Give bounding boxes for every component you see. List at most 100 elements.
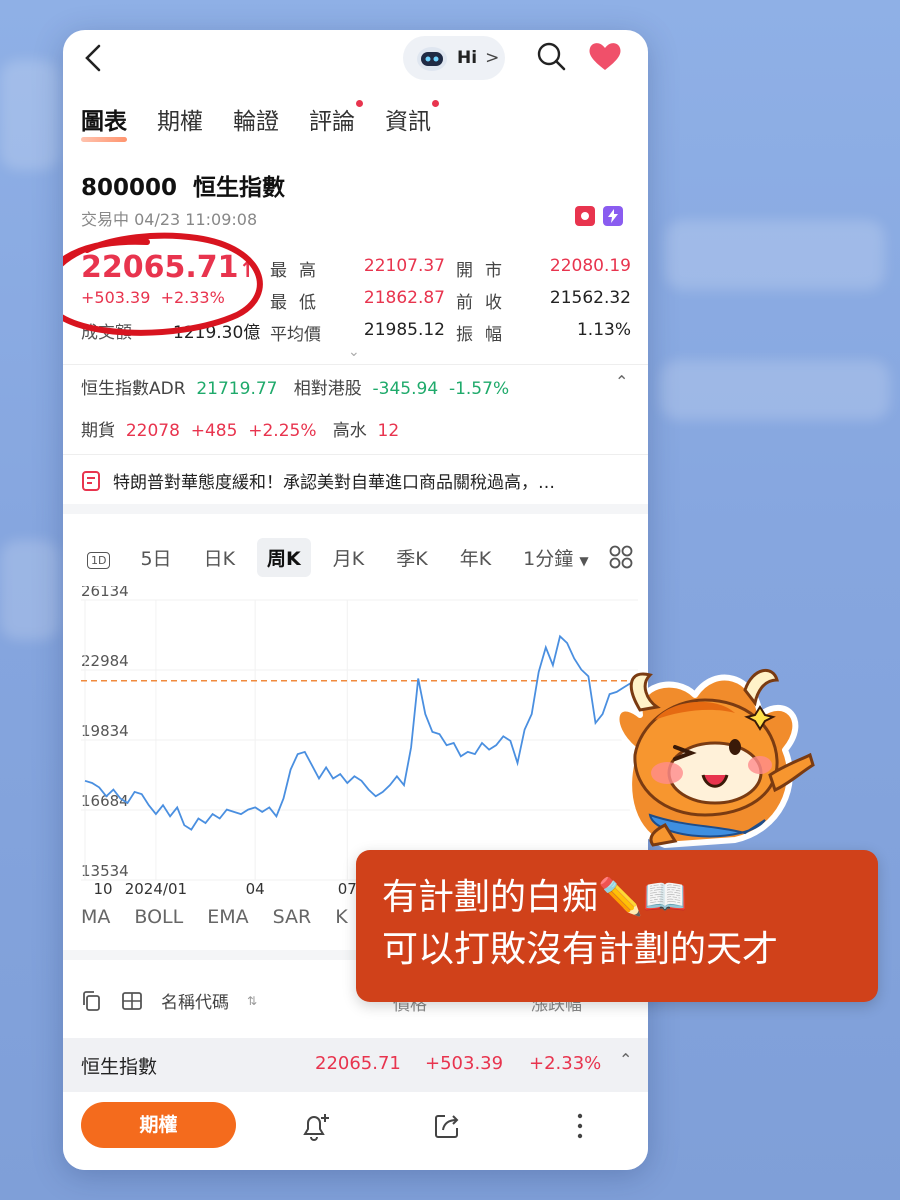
tab-bar: 圖表 期權 輪證 評論 資訊 — [81, 100, 439, 142]
background-shape — [0, 60, 60, 170]
chart-period-tabs: 1D 5日 日K 周K 月K 季K 年K 1分鐘 ▼ — [81, 538, 611, 577]
stat-label-open: 開市 — [456, 261, 514, 281]
index-name: 恒生指數 — [81, 1056, 158, 1078]
more-vertical-icon — [577, 1113, 583, 1139]
stat-value-prev-close: 21562.32 — [549, 288, 631, 308]
adr-row: 恒生指數ADR 21719.77 相對港股 -345.94 -1.57% — [81, 379, 510, 399]
search-icon — [537, 42, 566, 71]
quote-line-2: 可以打敗沒有計劃的天才 — [382, 929, 779, 970]
bull-mascot-sticker — [613, 669, 815, 848]
divider — [63, 454, 648, 455]
back-button[interactable] — [77, 40, 113, 76]
indicator-boll[interactable]: BOLL — [134, 906, 183, 928]
grid-icon — [609, 545, 633, 569]
quote-line-1: 有計劃的白痴✏️📖 — [382, 877, 688, 918]
notification-dot — [432, 100, 439, 107]
stat-label-avg: 平均價 — [270, 325, 321, 345]
stat-label-prev-close: 前收 — [456, 293, 514, 313]
tab-warrants[interactable]: 輪證 — [233, 102, 279, 136]
copy-icon[interactable] — [81, 990, 103, 1012]
price-series-line — [84, 634, 639, 831]
indicator-sar[interactable]: SAR — [273, 906, 312, 928]
period-week[interactable]: 周K — [257, 538, 311, 577]
name-code-header[interactable]: 名稱代碼 — [161, 988, 229, 1013]
stat-value-high: 22107.37 — [363, 256, 445, 276]
indicator-ema[interactable]: EMA — [207, 906, 248, 928]
indicator-ma[interactable]: MA — [81, 906, 110, 928]
index-price: 22065.71 — [315, 1053, 401, 1074]
tab-comments[interactable]: 評論 — [309, 100, 363, 136]
y-tick-label: 26134 — [81, 586, 129, 600]
period-year[interactable]: 年K — [450, 538, 501, 577]
divider — [63, 364, 648, 365]
assistant-label: Hi — [457, 48, 478, 68]
robot-icon — [417, 47, 447, 71]
period-5d[interactable]: 5日 — [130, 538, 181, 577]
assistant-button[interactable]: Hi > — [403, 36, 505, 80]
quote-overlay: 有計劃的白痴✏️📖 可以打敗沒有計劃的天才 — [356, 850, 878, 1002]
stock-name: 恒生指數 — [193, 175, 286, 201]
market-badges — [575, 206, 623, 226]
notification-dot — [356, 100, 363, 107]
x-tick-label: 10 — [93, 880, 112, 896]
stat-label-amplitude: 振幅 — [456, 325, 514, 345]
chevron-left-icon — [85, 44, 101, 72]
y-tick-label: 22984 — [81, 652, 129, 670]
page-title: 800000 恒生指數 — [81, 168, 285, 202]
y-tick-label: 19834 — [81, 722, 129, 740]
share-icon — [435, 1115, 459, 1138]
background-shape — [665, 220, 885, 290]
x-tick-label: 2024/01 — [125, 880, 187, 896]
lightning-icon — [603, 206, 623, 226]
chevron-right-icon: > — [485, 48, 500, 68]
collapse-chevron-icon[interactable]: ⌃ — [619, 1050, 632, 1069]
chart-settings-button[interactable] — [609, 545, 633, 573]
news-text: 特朗普對華態度緩和！承認美對自華進口商品關稅過高，… — [113, 473, 555, 493]
stat-label-low: 最低 — [270, 293, 328, 313]
caret-down-icon: ▼ — [579, 554, 589, 568]
stat-value-low: 21862.87 — [363, 288, 445, 308]
stat-value-open: 22080.19 — [549, 256, 631, 276]
stat-value-avg: 21985.12 — [363, 320, 445, 340]
hk-flag-icon — [575, 206, 595, 226]
index-row[interactable]: 恒生指數 22065.71 +503.39 +2.33% ⌃ — [63, 1038, 648, 1092]
more-button[interactable] — [573, 1110, 587, 1146]
indicator-k[interactable]: K — [335, 906, 347, 928]
highlight-circle — [63, 232, 263, 336]
table-icon[interactable] — [121, 990, 143, 1012]
share-button[interactable] — [431, 1110, 463, 1146]
period-1d[interactable]: 1D — [81, 543, 116, 573]
section-divider — [63, 504, 648, 514]
indicator-bar: MA BOLL EMA SAR K — [81, 906, 348, 928]
period-day[interactable]: 日K — [194, 538, 245, 577]
heart-icon — [589, 43, 621, 70]
y-tick-label: 13534 — [81, 862, 129, 880]
futures-row: 期貨 22078 +485 +2.25% 高水 12 — [81, 421, 400, 441]
period-month[interactable]: 月K — [323, 538, 374, 577]
stat-value-amplitude: 1.13% — [576, 320, 631, 340]
options-button[interactable]: 期權 — [81, 1102, 236, 1148]
stock-code: 800000 — [81, 175, 178, 201]
collapse-chevron-icon[interactable]: ⌃ — [615, 372, 628, 391]
period-minute-dropdown[interactable]: 1分鐘 ▼ — [513, 538, 598, 577]
bell-plus-icon — [303, 1114, 329, 1141]
news-banner[interactable]: 特朗普對華態度緩和！承認美對自華進口商品關稅過高，… — [81, 468, 555, 493]
tab-options[interactable]: 期權 — [157, 102, 203, 136]
stat-label-high: 最高 — [270, 261, 328, 281]
tab-news[interactable]: 資訊 — [385, 100, 439, 136]
background-shape — [0, 540, 60, 640]
news-icon — [82, 470, 100, 491]
alert-button[interactable] — [299, 1110, 331, 1146]
list-header: 名稱代碼 ⇅ — [81, 988, 257, 1013]
tab-chart[interactable]: 圖表 — [81, 102, 127, 142]
expand-chevron-icon[interactable]: ⌄ — [348, 344, 360, 360]
background-shape — [660, 360, 890, 420]
index-change: +503.39 — [425, 1053, 504, 1074]
period-quarter[interactable]: 季K — [386, 538, 437, 577]
x-tick-label: 04 — [246, 880, 265, 896]
favorite-button[interactable] — [587, 40, 623, 76]
search-button[interactable] — [535, 40, 567, 76]
x-tick-label: 07 — [338, 880, 357, 896]
index-pct: +2.33% — [529, 1053, 602, 1074]
sort-icon[interactable]: ⇅ — [247, 994, 257, 1008]
